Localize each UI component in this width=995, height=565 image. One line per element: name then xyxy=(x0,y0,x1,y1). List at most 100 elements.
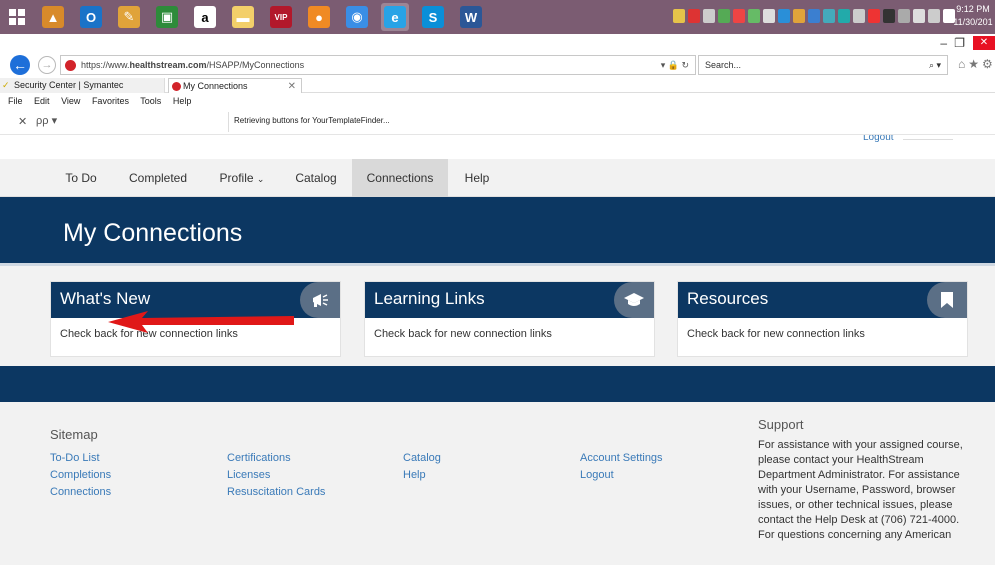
taskbar-app-glyph: e xyxy=(384,6,406,28)
card-title: What's New xyxy=(60,289,151,308)
tab-my-connections[interactable]: My Connections ✕ xyxy=(168,78,302,93)
chrome-icon[interactable]: ◉ xyxy=(343,3,371,31)
close-window-button[interactable]: ✕ xyxy=(973,36,995,50)
taskbar-app-glyph: VIP xyxy=(270,6,292,28)
amazon-icon[interactable]: a xyxy=(191,3,219,31)
nav-label: Connections xyxy=(366,171,434,185)
forward-button[interactable]: → xyxy=(38,56,56,74)
sitemap-title: Sitemap xyxy=(50,427,98,442)
nav-label: Catalog xyxy=(295,171,337,185)
nav-todo[interactable]: To Do xyxy=(50,159,112,197)
outlook-icon[interactable]: O xyxy=(77,3,105,31)
menu-help[interactable]: Help xyxy=(173,96,192,106)
firefox-icon[interactable]: ● xyxy=(305,3,333,31)
nav-completed[interactable]: Completed xyxy=(114,159,202,197)
system-tray xyxy=(673,9,955,23)
search-input[interactable]: Search... ⌕ ▾ xyxy=(698,55,948,75)
tab-label: Security Center | Symantec xyxy=(14,80,124,90)
taskbar-app-glyph: ● xyxy=(308,6,330,28)
search-icon[interactable]: ⌕ ▾ xyxy=(929,56,941,74)
taskbar-app-glyph: O xyxy=(80,6,102,28)
footer-link-licenses[interactable]: Licenses xyxy=(227,469,270,481)
windows-logo-icon xyxy=(9,9,25,25)
home-star-icons[interactable]: ⌂★⚙ xyxy=(958,57,995,71)
footer-link-help[interactable]: Help xyxy=(403,469,426,481)
menu-view[interactable]: View xyxy=(61,96,80,106)
menu-edit[interactable]: Edit xyxy=(34,96,50,106)
nav-profile[interactable]: Profile ⌄ xyxy=(204,159,280,197)
nav-label: Profile xyxy=(219,171,254,185)
footer-link-catalog[interactable]: Catalog xyxy=(403,452,441,464)
tab-label: My Connections xyxy=(183,81,248,91)
word-icon[interactable]: W xyxy=(457,3,485,31)
divider xyxy=(903,139,953,140)
close-toolbar-icon[interactable]: ✕ xyxy=(18,115,27,128)
nav-connections[interactable]: Connections xyxy=(352,159,448,197)
red-arrow-annotation xyxy=(108,311,294,333)
menu-favorites[interactable]: Favorites xyxy=(92,96,129,106)
tab-favicon-icon xyxy=(172,82,181,91)
manager-icon[interactable]: ▲ xyxy=(39,3,67,31)
menu-tools[interactable]: Tools xyxy=(140,96,161,106)
command-bar: ✕ ρρ ▾ Retrieving buttons for YourTempla… xyxy=(0,109,995,135)
vip-icon[interactable]: VIP xyxy=(267,3,295,31)
footer-link-connections[interactable]: Connections xyxy=(50,486,111,498)
logout-link-top[interactable]: Logout xyxy=(863,135,894,143)
close-tab-icon[interactable]: ✕ xyxy=(288,79,296,94)
footer-link-logout[interactable]: Logout xyxy=(580,469,614,481)
address-tools-icon[interactable]: ▾ 🔒 ↻ xyxy=(661,56,689,74)
ie-icon[interactable]: e xyxy=(381,3,409,31)
address-row: ← → https://www.healthstream.com/HSAPP/M… xyxy=(0,52,995,78)
page-title: My Connections xyxy=(63,219,243,247)
card-title: Learning Links xyxy=(374,289,485,308)
back-button[interactable]: ← xyxy=(10,55,30,75)
paint-icon[interactable]: ✎ xyxy=(115,3,143,31)
menu-bar: File Edit View Favorites Tools Help xyxy=(0,93,995,109)
url-prefix: https://www. xyxy=(81,60,130,70)
page-footer: Sitemap To-Do List Completions Connectio… xyxy=(0,402,995,565)
find-icon[interactable]: ρρ ▾ xyxy=(36,114,57,127)
nav-catalog[interactable]: Catalog xyxy=(282,159,350,197)
megaphone-icon xyxy=(300,282,340,318)
url-path: /HSAPP/MyConnections xyxy=(206,60,305,70)
card-learning-links: Learning Links Check back for new connec… xyxy=(364,281,655,357)
toolbar-status-text: Retrieving buttons for YourTemplateFinde… xyxy=(234,116,390,125)
taskbar-app-glyph: ▬ xyxy=(232,6,254,28)
taskbar-clock[interactable]: 9:12 PM 11/30/201 xyxy=(953,3,993,29)
skype-icon[interactable]: S xyxy=(419,3,447,31)
address-bar[interactable]: https://www.healthstream.com/HSAPP/MyCon… xyxy=(60,55,696,75)
footer-divider-band xyxy=(0,366,995,402)
graduation-cap-icon xyxy=(614,282,654,318)
toolbar-search-input[interactable] xyxy=(78,113,226,131)
footer-link-certifications[interactable]: Certifications xyxy=(227,452,291,464)
footer-link-account-settings[interactable]: Account Settings xyxy=(580,452,663,464)
card-title: Resources xyxy=(687,289,769,308)
nav-label: Help xyxy=(464,171,490,185)
footer-link-resuscitation-cards[interactable]: Resuscitation Cards xyxy=(227,486,325,498)
chevron-down-icon: ⌄ xyxy=(256,174,265,184)
windows-taskbar: ▲ O ✎ ▣ a ▬ VIP ● ◉ e S W 9:12 PM 11/30/201 xyxy=(0,0,995,34)
page-header-banner: My Connections xyxy=(0,197,995,263)
support-text: For assistance with your assigned course… xyxy=(758,439,963,541)
footer-link-completions[interactable]: Completions xyxy=(50,469,111,481)
footer-link-todo[interactable]: To-Do List xyxy=(50,452,100,464)
checkmark-icon: ✓ xyxy=(2,80,10,90)
nav-help[interactable]: Help xyxy=(450,159,504,197)
tab-strip: ✓ Security Center | Symantec My Connecti… xyxy=(0,78,995,93)
menu-file[interactable]: File xyxy=(8,96,23,106)
calendar-icon[interactable]: ▣ xyxy=(153,3,181,31)
taskbar-app-glyph: a xyxy=(194,6,216,28)
main-navigation: To Do Completed Profile ⌄ Catalog Connec… xyxy=(0,159,995,197)
folder-icon[interactable]: ▬ xyxy=(229,3,257,31)
tab-security-center[interactable]: ✓ Security Center | Symantec xyxy=(0,78,165,93)
taskbar-app-glyph: ▣ xyxy=(156,6,178,28)
start-button[interactable] xyxy=(0,0,34,34)
restore-icon[interactable]: ❐ xyxy=(954,36,965,50)
card-resources: Resources Check back for new connection … xyxy=(677,281,968,357)
card-body: Check back for new connection links xyxy=(374,328,552,340)
minimize-icon[interactable]: – xyxy=(940,36,947,50)
toolbar-divider xyxy=(228,112,229,132)
taskbar-app-glyph: W xyxy=(460,6,482,28)
web-page: Logout To Do Completed Profile ⌄ Catalog… xyxy=(0,135,995,565)
support-title: Support xyxy=(758,417,804,432)
